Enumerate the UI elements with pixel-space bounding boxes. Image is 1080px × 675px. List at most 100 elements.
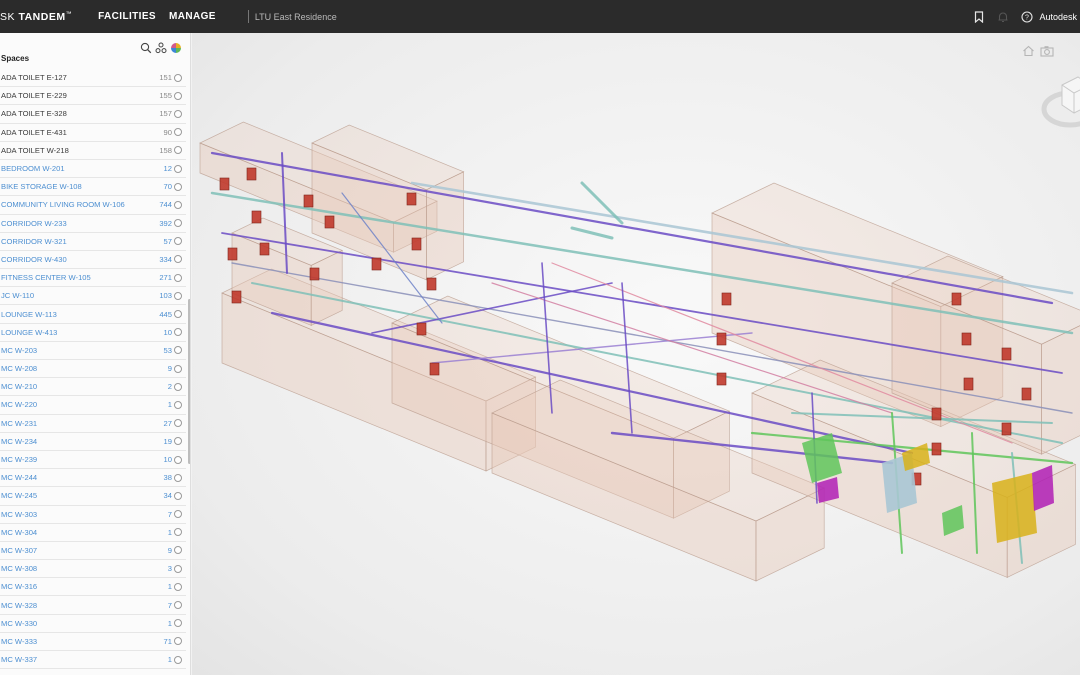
space-name: MC W-234	[1, 436, 38, 446]
nav-facilities[interactable]: FACILITIES	[98, 11, 156, 22]
visibility-radio[interactable]	[174, 491, 182, 500]
space-row[interactable]: MC W-245 34	[0, 487, 186, 506]
space-row[interactable]: MC W-208 9	[0, 360, 186, 379]
visibility-radio[interactable]	[174, 400, 182, 409]
space-row[interactable]: BEDROOM W-201 12	[0, 160, 186, 179]
visibility-radio[interactable]	[174, 73, 182, 82]
facility-name[interactable]: LTU East Residence	[255, 12, 337, 22]
mechanical-unit	[721, 292, 732, 306]
visibility-radio[interactable]	[174, 364, 182, 373]
element-count: 1	[167, 400, 172, 410]
user-menu[interactable]: Autodesk	[1039, 12, 1077, 22]
visibility-radio[interactable]	[174, 328, 182, 337]
space-row[interactable]: MC W-337 1	[0, 651, 186, 670]
visibility-radio[interactable]	[174, 528, 182, 537]
space-name: LOUNGE W-113	[1, 309, 57, 319]
visibility-radio[interactable]	[174, 346, 182, 355]
space-row[interactable]: ADA TOILET E-127 151	[0, 69, 186, 88]
visibility-radio[interactable]	[174, 146, 182, 155]
visibility-radio[interactable]	[174, 437, 182, 446]
visibility-radio[interactable]	[174, 546, 182, 555]
space-row[interactable]: ADA TOILET W-218 158	[0, 142, 186, 160]
color-wheel-icon[interactable]	[170, 41, 182, 59]
space-row[interactable]: MC W-220 1	[0, 396, 186, 415]
model-viewer[interactable]	[192, 33, 1080, 675]
home-icon[interactable]	[1022, 44, 1035, 62]
space-row[interactable]: CORRIDOR W-233 392	[0, 215, 186, 233]
space-row[interactable]: FITNESS CENTER W-105 271	[0, 269, 186, 288]
space-row[interactable]: COMMUNITY LIVING ROOM W-106 744	[0, 196, 186, 215]
visibility-radio[interactable]	[174, 310, 182, 319]
help-icon[interactable]: ?	[1020, 10, 1034, 24]
space-row[interactable]: MC W-303 7	[0, 506, 186, 524]
space-name: MC W-330	[1, 618, 38, 628]
visibility-radio[interactable]	[174, 510, 182, 519]
svg-text:?: ?	[1026, 14, 1030, 21]
mechanical-unit	[251, 210, 262, 224]
space-row[interactable]: MC W-308 3	[0, 560, 186, 579]
space-name: BEDROOM W-201	[1, 164, 65, 174]
visibility-radio[interactable]	[174, 237, 182, 246]
space-row[interactable]: CORRIDOR W-430 334	[0, 251, 186, 270]
visibility-radio[interactable]	[174, 255, 182, 264]
element-count: 1	[167, 655, 172, 665]
visibility-radio[interactable]	[174, 273, 182, 282]
visibility-radio[interactable]	[174, 219, 182, 228]
space-row[interactable]: MC W-316 1	[0, 578, 186, 597]
space-row[interactable]: MC W-307 9	[0, 542, 186, 561]
scrollbar[interactable]	[188, 299, 190, 464]
space-row[interactable]: MC W-333 71	[0, 633, 186, 651]
mechanical-unit	[416, 322, 427, 336]
space-row[interactable]: MC W-210 2	[0, 378, 186, 397]
space-row[interactable]: ADA TOILET E-328 157	[0, 105, 186, 124]
space-row[interactable]: LOUNGE W-113 445	[0, 305, 186, 324]
nav-manage[interactable]: MANAGE	[169, 11, 216, 22]
space-row[interactable]: MC W-328 7	[0, 596, 186, 615]
space-row[interactable]: MC W-330 1	[0, 615, 186, 633]
visibility-radio[interactable]	[174, 182, 182, 191]
visibility-radio[interactable]	[174, 200, 182, 209]
building-model[interactable]	[192, 33, 1080, 675]
space-row[interactable]: MC W-239 10	[0, 451, 186, 470]
visibility-radio[interactable]	[174, 109, 182, 118]
header-actions: ? Autodesk	[972, 0, 1080, 33]
space-row[interactable]: MC W-244 38	[0, 469, 186, 488]
visibility-radio[interactable]	[174, 564, 182, 573]
hierarchy-icon[interactable]	[155, 41, 167, 59]
visibility-radio[interactable]	[174, 601, 182, 610]
space-row[interactable]: MC W-304 1	[0, 524, 186, 542]
visibility-radio[interactable]	[174, 473, 182, 482]
visibility-radio[interactable]	[174, 291, 182, 300]
visibility-radio[interactable]	[174, 655, 182, 664]
mechanical-unit	[309, 267, 320, 281]
element-count: 10	[163, 327, 172, 337]
visibility-radio[interactable]	[174, 637, 182, 646]
bookmark-icon[interactable]	[972, 10, 986, 24]
visibility-radio[interactable]	[174, 455, 182, 464]
element-count: 445	[159, 309, 172, 319]
space-row[interactable]: MC W-203 53	[0, 342, 186, 360]
space-row[interactable]: CORRIDOR W-321 57	[0, 233, 186, 251]
mechanical-unit	[411, 237, 422, 251]
app-brand[interactable]: SK TANDEM™	[0, 11, 72, 23]
space-row[interactable]: MC W-231 27	[0, 415, 186, 433]
visibility-radio[interactable]	[174, 128, 182, 137]
space-row[interactable]: MC W-234 19	[0, 433, 186, 451]
element-count: 7	[167, 509, 172, 519]
camera-icon[interactable]	[1040, 44, 1054, 62]
visibility-radio[interactable]	[174, 91, 182, 100]
bell-icon[interactable]	[996, 10, 1010, 24]
space-row[interactable]: ADA TOILET E-229 155	[0, 87, 186, 106]
visibility-radio[interactable]	[174, 582, 182, 591]
visibility-radio[interactable]	[174, 419, 182, 428]
space-row[interactable]: BIKE STORAGE W-108 70	[0, 178, 186, 197]
element-count: 27	[163, 418, 172, 428]
search-icon[interactable]	[140, 41, 152, 59]
space-row[interactable]: ADA TOILET E-431 90	[0, 124, 186, 142]
view-cube[interactable]	[1038, 63, 1080, 133]
space-row[interactable]: LOUNGE W-413 10	[0, 324, 186, 342]
visibility-radio[interactable]	[174, 164, 182, 173]
visibility-radio[interactable]	[174, 619, 182, 628]
visibility-radio[interactable]	[174, 382, 182, 391]
space-row[interactable]: JC W-110 103	[0, 287, 186, 306]
